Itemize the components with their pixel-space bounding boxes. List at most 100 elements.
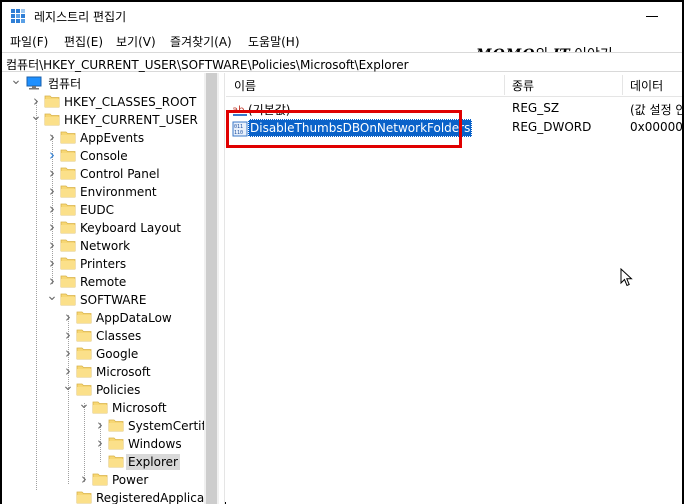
tree-node[interactable]: › Google	[2, 345, 204, 363]
chevron-right-icon[interactable]: ›	[62, 328, 74, 343]
tree-node[interactable]: › Console	[2, 147, 204, 165]
folder-icon	[60, 149, 76, 162]
chevron-right-icon[interactable]: ›	[30, 94, 42, 109]
registry-tree: ⌄ 컴퓨터 › HKEY_CLASSES_ROOT ⌄ HKEY_CURRENT_USER…	[2, 73, 219, 504]
column-header-data[interactable]: 데이터	[630, 77, 663, 94]
column-divider[interactable]	[504, 75, 505, 95]
value-type: REG_SZ	[512, 101, 560, 115]
tree-node[interactable]: ⌄ Policies	[2, 379, 204, 399]
column-header-type[interactable]: 종류	[512, 77, 534, 94]
tree-node[interactable]: ⌄ SOFTWARE	[2, 289, 204, 309]
chevron-down-icon[interactable]: ⌄	[46, 289, 58, 306]
chevron-down-icon[interactable]: ⌄	[62, 379, 74, 396]
address-bar[interactable]: 컴퓨터\HKEY_CURRENT_USER\SOFTWARE\Policies\…	[2, 52, 682, 72]
tree-scrollbar-thumb[interactable]	[206, 73, 217, 504]
folder-icon	[60, 239, 76, 252]
tree-node-label: Power	[112, 473, 149, 487]
folder-icon	[76, 329, 92, 342]
tree-node-label: RegisteredApplicat	[96, 491, 209, 504]
folder-icon	[60, 293, 76, 306]
chevron-right-icon[interactable]: ›	[62, 346, 74, 361]
tree-node[interactable]: › SystemCertific	[2, 417, 216, 435]
tree-node[interactable]: RegisteredApplicat	[2, 489, 209, 504]
tree-node-label: AppEvents	[80, 131, 145, 145]
chevron-right-icon[interactable]: ›	[94, 418, 106, 433]
folder-icon	[76, 347, 92, 360]
tree-node[interactable]: › Control Panel	[2, 165, 204, 183]
folder-icon	[60, 185, 76, 198]
folder-icon	[76, 491, 92, 504]
tree-node-label: Explorer	[126, 454, 180, 470]
folder-icon	[108, 419, 124, 432]
tree-node[interactable]: › EUDC	[2, 201, 204, 219]
tree-node[interactable]: ⌄ HKEY_CURRENT_USER	[2, 109, 204, 129]
mouse-cursor-icon	[620, 268, 633, 287]
tree-scrollbar[interactable]	[204, 73, 219, 504]
value-data: (값 설정 안	[630, 103, 684, 117]
tree-node[interactable]: › Windows	[2, 435, 204, 453]
tree-node[interactable]: › AppDataLow	[2, 309, 204, 327]
folder-icon	[60, 203, 76, 216]
chevron-down-icon[interactable]: ⌄	[10, 73, 22, 90]
folder-icon	[108, 455, 124, 468]
chevron-right-icon[interactable]: ›	[62, 364, 74, 379]
column-divider[interactable]	[622, 75, 623, 95]
chevron-right-icon[interactable]: ›	[46, 184, 58, 199]
tree-node[interactable]: › Printers	[2, 255, 204, 273]
folder-icon	[44, 95, 60, 108]
tree-node-label: Environment	[80, 185, 157, 199]
tree-node[interactable]: › Network	[2, 237, 204, 255]
tree-node[interactable]: › AppEvents	[2, 129, 204, 147]
chevron-right-icon[interactable]: ›	[46, 274, 58, 289]
minimize-button[interactable]	[638, 6, 668, 26]
menu-edit[interactable]: 편집(E)	[64, 33, 103, 50]
chevron-right-icon[interactable]: ›	[46, 256, 58, 271]
tree-node-label: Network	[80, 239, 131, 253]
chevron-right-icon[interactable]: ›	[46, 166, 58, 181]
chevron-right-icon[interactable]: ›	[94, 436, 106, 451]
window-title: 레지스트리 편집기	[34, 10, 127, 24]
chevron-right-icon[interactable]: ›	[46, 148, 58, 163]
tree-node[interactable]: › Power	[2, 471, 204, 489]
chevron-right-icon[interactable]: ›	[78, 472, 90, 487]
chevron-right-icon[interactable]: ›	[46, 238, 58, 253]
tree-node[interactable]: Explorer	[2, 453, 204, 471]
tree-node[interactable]: ⌄ 컴퓨터	[2, 73, 204, 93]
tree-node[interactable]: ⌄ Microsoft	[2, 397, 204, 417]
pane-splitter[interactable]	[219, 73, 225, 504]
tree-node[interactable]: › Classes	[2, 327, 204, 345]
tree-node[interactable]: › Remote	[2, 273, 204, 291]
tree-node[interactable]: › Keyboard Layout	[2, 219, 204, 237]
tree-node-label: Microsoft	[96, 365, 151, 379]
chevron-right-icon[interactable]: ›	[46, 202, 58, 217]
tree-node-label: HKEY_CLASSES_ROOT	[64, 95, 197, 109]
chevron-right-icon[interactable]: ›	[46, 130, 58, 145]
column-header-name[interactable]: 이름	[234, 77, 256, 94]
folder-icon	[60, 257, 76, 270]
value-data: 0x000000	[630, 120, 684, 134]
tree-node[interactable]: › Environment	[2, 183, 204, 201]
tree-node[interactable]: › Microsoft	[2, 363, 204, 381]
folder-icon	[76, 365, 92, 378]
chevron-down-icon[interactable]: ⌄	[78, 397, 90, 414]
computer-icon	[26, 76, 42, 90]
folder-icon	[76, 311, 92, 324]
menu-favorites[interactable]: 즐겨찾기(A)	[170, 33, 232, 50]
tree-node-label: HKEY_CURRENT_USER	[64, 113, 198, 127]
tree-node-label: Remote	[80, 275, 127, 289]
chevron-down-icon[interactable]: ⌄	[30, 109, 42, 126]
menu-help[interactable]: 도움말(H)	[248, 33, 300, 50]
tree-node-label: Printers	[80, 257, 127, 271]
chevron-right-icon[interactable]: ›	[46, 220, 58, 235]
tree-node-label: Policies	[96, 383, 141, 397]
menu-view[interactable]: 보기(V)	[116, 33, 156, 50]
folder-icon	[92, 473, 108, 486]
tree-node-label: SOFTWARE	[80, 293, 147, 307]
chevron-right-icon[interactable]: ›	[62, 310, 74, 325]
tree-node-label: Classes	[96, 329, 142, 343]
tree-node-label: Control Panel	[80, 167, 160, 181]
menu-file[interactable]: 파일(F)	[10, 33, 48, 50]
tree-node-label: Microsoft	[112, 401, 167, 415]
address-path[interactable]: 컴퓨터\HKEY_CURRENT_USER\SOFTWARE\Policies\…	[6, 56, 409, 73]
value-type: REG_DWORD	[512, 120, 592, 134]
